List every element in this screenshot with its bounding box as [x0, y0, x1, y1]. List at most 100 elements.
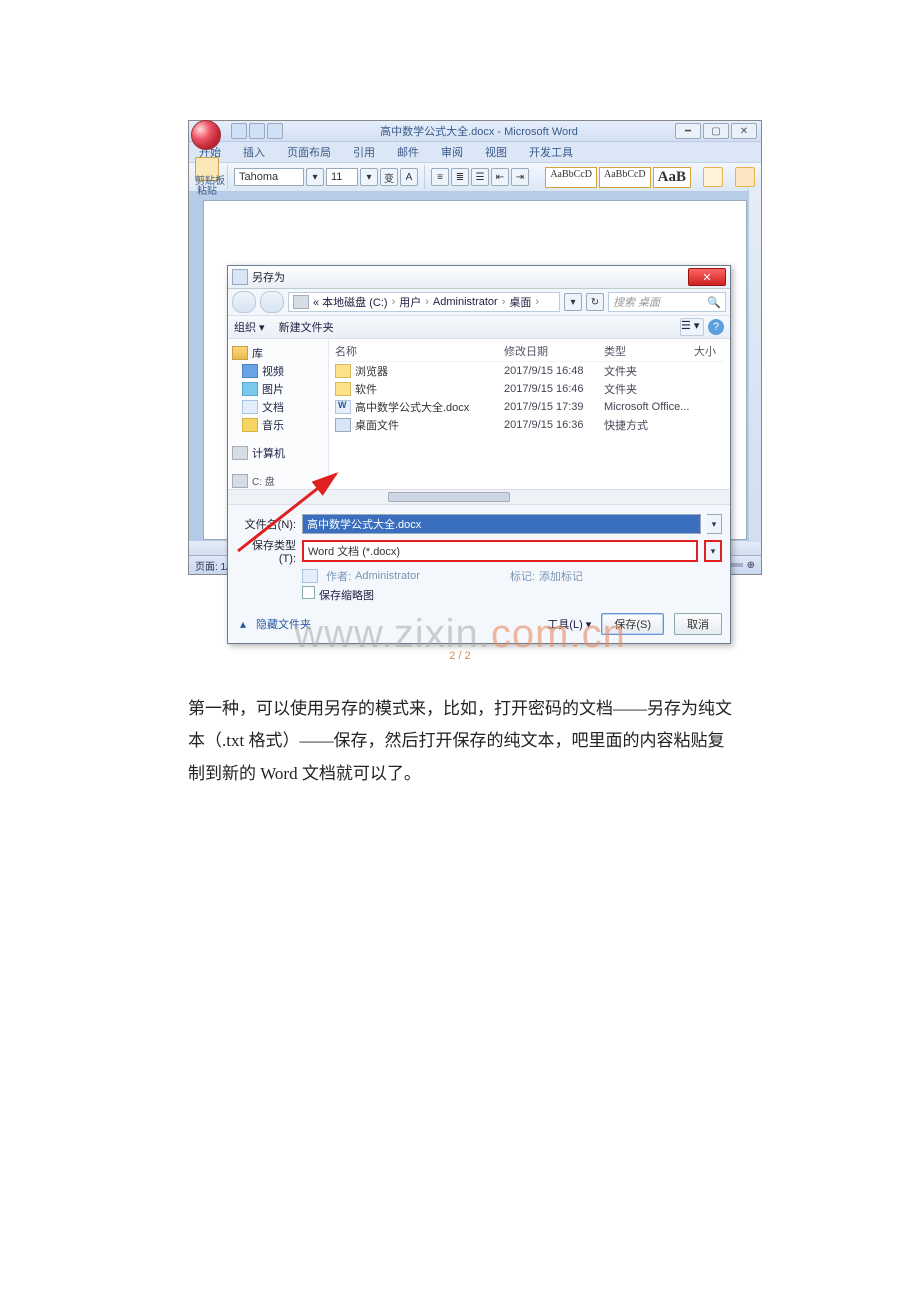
- bullets-icon[interactable]: ≡: [431, 168, 449, 186]
- search-input[interactable]: 搜索 桌面 🔍: [608, 292, 726, 312]
- save-as-dialog: 另存为 ✕ « 本地磁盘 (C:)› 用户› Administrator› 桌面…: [227, 265, 731, 644]
- dialog-close-button[interactable]: ✕: [688, 268, 726, 286]
- author-value[interactable]: Administrator: [355, 570, 420, 582]
- nav-library[interactable]: 库: [252, 345, 263, 361]
- clipboard-group-label: 剪贴板: [195, 172, 225, 187]
- col-name[interactable]: 名称: [335, 343, 504, 359]
- tab-developer[interactable]: 开发工具: [525, 142, 577, 162]
- breadcrumb[interactable]: « 本地磁盘 (C:)› 用户› Administrator› 桌面›: [288, 292, 560, 312]
- decrease-indent-icon[interactable]: ⇤: [491, 168, 509, 186]
- savetype-dropdown-icon[interactable]: ▾: [704, 540, 722, 562]
- font-name-dropdown-icon[interactable]: ▾: [306, 168, 324, 186]
- style-heading1[interactable]: AaB: [653, 167, 691, 188]
- vertical-scrollbar[interactable]: [748, 189, 761, 542]
- organize-button[interactable]: 组织 ▾: [234, 319, 265, 335]
- file-row[interactable]: 浏览器2017/9/15 16:48文件夹: [335, 362, 724, 380]
- file-row[interactable]: 软件2017/9/15 16:46文件夹: [335, 380, 724, 398]
- ribbon: 粘贴 剪贴板 Tahoma ▾ 11 ▾ 变 A ≡ ≣ ☰ ⇤ ⇥ AaBbC…: [189, 163, 761, 192]
- tab-mailings[interactable]: 邮件: [393, 142, 423, 162]
- nav-picture[interactable]: 图片: [262, 381, 284, 397]
- help-icon[interactable]: ?: [708, 319, 724, 335]
- drive-icon: [293, 295, 309, 309]
- view-mode-button[interactable]: ☰ ▾: [680, 318, 704, 336]
- style-nospacing[interactable]: AaBbCcD: [599, 167, 651, 188]
- tab-references[interactable]: 引用: [349, 142, 379, 162]
- nav-forward-button[interactable]: [260, 291, 284, 313]
- dialog-body: 库 视频 图片 文档 音乐 计算机 C: 盘 名称 修改日期: [228, 339, 730, 489]
- file-list[interactable]: 名称 修改日期 类型 大小 浏览器2017/9/15 16:48文件夹 软件20…: [329, 339, 730, 489]
- refresh-icon[interactable]: ↻: [586, 293, 604, 311]
- crumb-admin[interactable]: Administrator: [433, 296, 498, 308]
- search-icon[interactable]: 🔍: [707, 296, 721, 309]
- savetype-dropdown[interactable]: Word 文档 (*.docx): [302, 540, 698, 562]
- close-button[interactable]: ✕: [731, 123, 757, 139]
- dialog-nav-pane[interactable]: 库 视频 图片 文档 音乐 计算机 C: 盘: [228, 339, 329, 489]
- numbering-icon[interactable]: ≣: [451, 168, 469, 186]
- word-file-icon: [335, 400, 351, 414]
- quick-access-toolbar: [231, 123, 283, 139]
- ribbon-tabs: 开始 插入 页面布局 引用 邮件 审阅 视图 开发工具: [189, 142, 761, 163]
- save-thumbnail-checkbox[interactable]: 保存缩略图: [302, 586, 722, 603]
- clear-formatting-icon[interactable]: 变: [380, 168, 398, 186]
- checkbox-icon[interactable]: [302, 586, 315, 599]
- dialog-nav: « 本地磁盘 (C:)› 用户› Administrator› 桌面› ▾ ↻ …: [228, 289, 730, 316]
- window-title: 高中数学公式大全.docx - Microsoft Word: [283, 123, 675, 139]
- font-name-input[interactable]: Tahoma: [234, 168, 304, 186]
- change-styles-icon[interactable]: [703, 167, 723, 187]
- tab-view[interactable]: 视图: [481, 142, 511, 162]
- crumb-dropdown-icon[interactable]: ▾: [564, 293, 582, 311]
- nav-music[interactable]: 音乐: [262, 417, 284, 433]
- crumb-drive[interactable]: « 本地磁盘 (C:): [313, 294, 388, 310]
- crumb-desktop[interactable]: 桌面: [509, 294, 531, 310]
- savetype-label: 保存类型(T):: [240, 537, 296, 565]
- new-folder-button[interactable]: 新建文件夹: [279, 319, 334, 335]
- filename-dropdown-icon[interactable]: ▾: [707, 514, 722, 534]
- cancel-button[interactable]: 取消: [674, 613, 722, 635]
- shortcut-icon: [335, 418, 351, 432]
- office-orb-icon[interactable]: [191, 120, 221, 150]
- folder-icon: [335, 364, 351, 378]
- style-normal[interactable]: AaBbCcD: [545, 167, 597, 188]
- file-row[interactable]: 高中数学公式大全.docx2017/9/15 17:39Microsoft Of…: [335, 398, 724, 416]
- find-replace-icon[interactable]: [735, 167, 755, 187]
- tag-value[interactable]: 添加标记: [539, 568, 583, 584]
- nav-document[interactable]: 文档: [262, 399, 284, 415]
- multilevel-icon[interactable]: ☰: [471, 168, 489, 186]
- picture-icon: [242, 382, 258, 396]
- zoom-in-icon[interactable]: ⊕: [747, 560, 755, 571]
- drive-c-icon: [232, 474, 248, 488]
- tab-review[interactable]: 审阅: [437, 142, 467, 162]
- style-gallery[interactable]: AaBbCcD AaBbCcD AaB: [545, 167, 691, 188]
- undo-icon[interactable]: [249, 123, 265, 139]
- file-list-header: 名称 修改日期 类型 大小: [335, 343, 724, 362]
- filename-input[interactable]: 高中数学公式大全.docx: [302, 514, 701, 534]
- metadata-row: 作者: Administrator 标记: 添加标记: [302, 568, 722, 584]
- tab-insert[interactable]: 插入: [239, 142, 269, 162]
- minimize-button[interactable]: ━: [675, 123, 701, 139]
- computer-icon: [232, 446, 248, 460]
- redo-icon[interactable]: [267, 123, 283, 139]
- phonetic-guide-icon[interactable]: A: [400, 168, 418, 186]
- maximize-button[interactable]: ▢: [703, 123, 729, 139]
- font-size-input[interactable]: 11: [326, 168, 358, 186]
- col-size[interactable]: 大小: [694, 343, 724, 359]
- font-size-dropdown-icon[interactable]: ▾: [360, 168, 378, 186]
- video-icon: [242, 364, 258, 378]
- crumb-users[interactable]: 用户: [399, 294, 421, 310]
- document-icon: [242, 400, 258, 414]
- tab-layout[interactable]: 页面布局: [283, 142, 335, 162]
- file-row[interactable]: 桌面文件2017/9/15 16:36快捷方式: [335, 416, 724, 434]
- filename-label: 文件名(N):: [240, 516, 296, 532]
- col-date[interactable]: 修改日期: [504, 343, 604, 359]
- author-label: 作者:: [326, 568, 351, 584]
- author-icon: [302, 569, 318, 583]
- save-icon[interactable]: [231, 123, 247, 139]
- nav-computer[interactable]: 计算机: [252, 445, 285, 461]
- nav-back-button[interactable]: [232, 291, 256, 313]
- col-type[interactable]: 类型: [604, 343, 694, 359]
- nav-drive-c[interactable]: C: 盘: [252, 473, 275, 488]
- increase-indent-icon[interactable]: ⇥: [511, 168, 529, 186]
- file-list-scrollbar[interactable]: [228, 489, 730, 504]
- dialog-titlebar: 另存为 ✕: [228, 266, 730, 289]
- nav-video[interactable]: 视频: [262, 363, 284, 379]
